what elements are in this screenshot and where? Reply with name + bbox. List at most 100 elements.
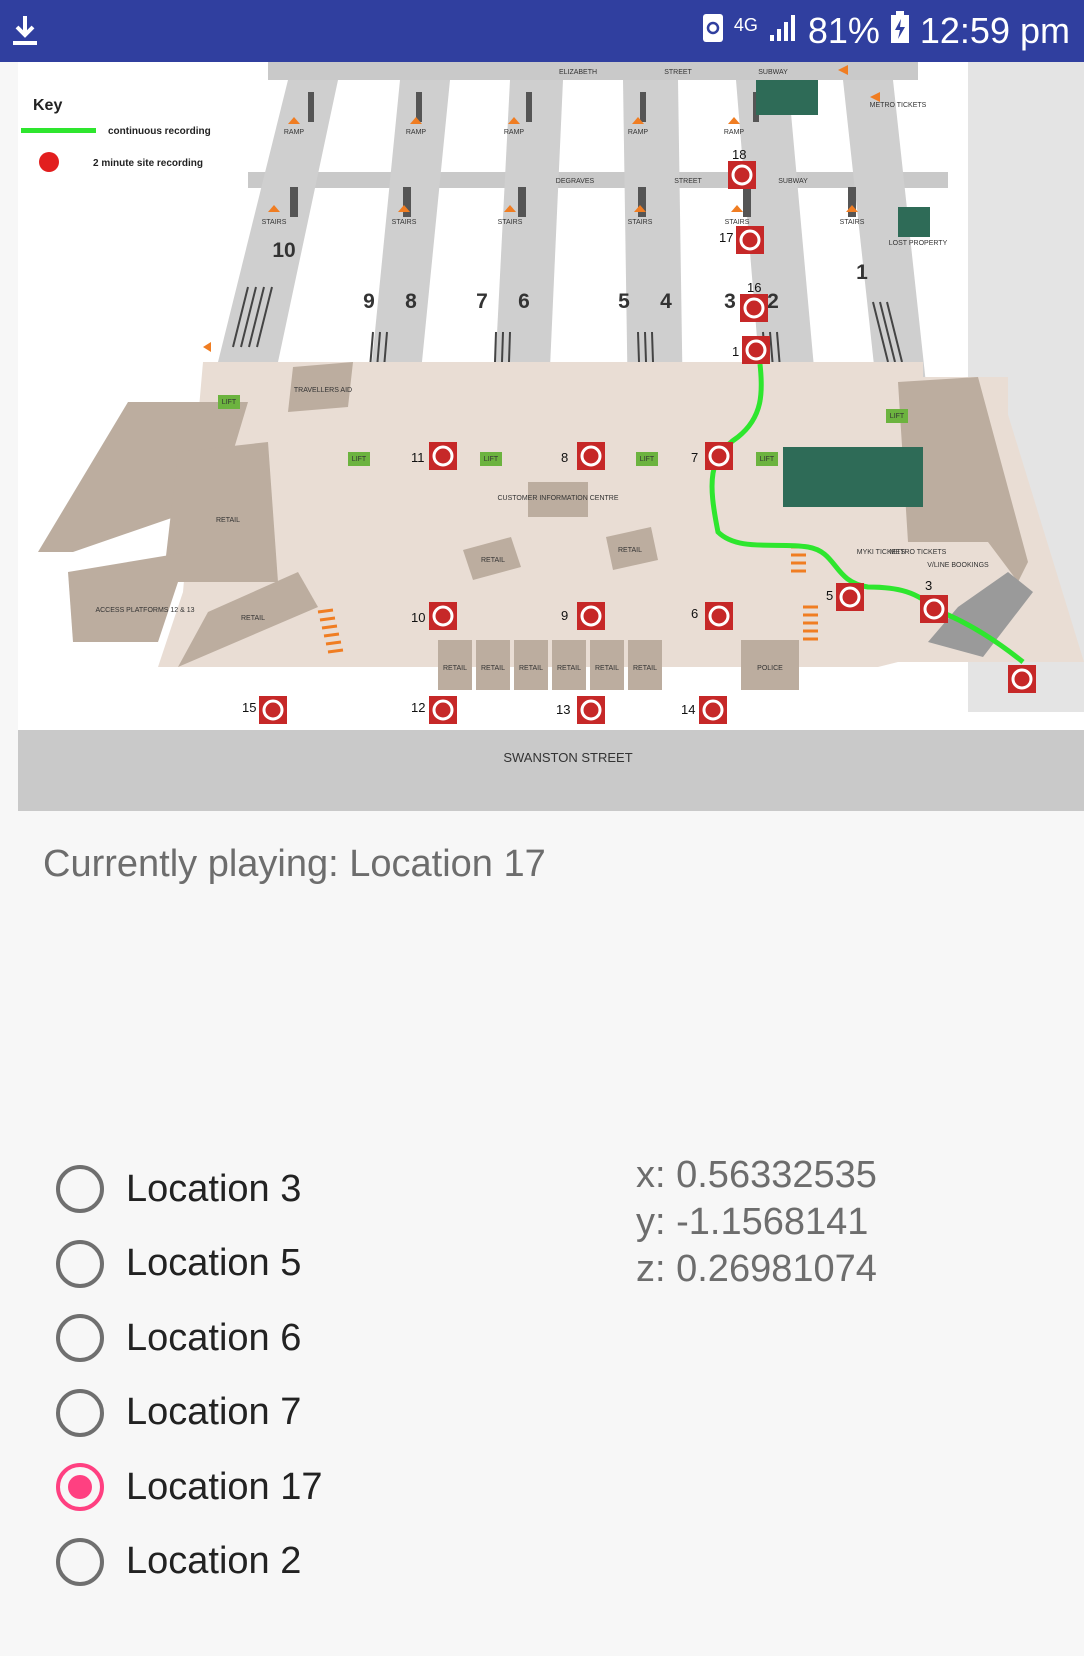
radio-location-7[interactable]: Location 7	[56, 1376, 323, 1451]
recording-marker[interactable]	[1008, 665, 1036, 693]
svg-text:6: 6	[691, 606, 698, 621]
radio-label: Location 3	[126, 1167, 302, 1210]
platform-number: 7	[476, 290, 488, 313]
radio-button[interactable]	[56, 1314, 104, 1363]
svg-text:8: 8	[561, 450, 568, 465]
map-key-site: 2 minute site recording	[93, 158, 203, 169]
map-ramp-label: RAMP	[406, 129, 427, 136]
map-stairs-label: STAIRS	[840, 219, 865, 226]
accel-z: z: 0.26981074	[636, 1248, 877, 1290]
radio-location-5[interactable]: Location 5	[56, 1227, 323, 1302]
radio-label: Location 5	[126, 1242, 302, 1285]
svg-text:13: 13	[556, 702, 570, 717]
map-street-label: SUBWAY	[758, 69, 788, 76]
svg-text:7: 7	[691, 450, 698, 465]
map-label: POLICE	[757, 665, 783, 672]
map-label: RETAIL	[595, 665, 619, 672]
svg-text:15: 15	[242, 700, 256, 715]
map-street-label: STREET	[664, 69, 692, 76]
recycle-icon	[702, 10, 724, 53]
map-stairs-label: STAIRS	[725, 219, 750, 226]
radio-location-2[interactable]: Location 2	[56, 1525, 323, 1600]
radio-button[interactable]	[56, 1388, 104, 1437]
map-label: RETAIL	[618, 547, 642, 554]
svg-text:10: 10	[411, 610, 425, 625]
map-stairs-label: STAIRS	[498, 219, 523, 226]
map-label: RETAIL	[481, 557, 505, 564]
svg-text:5: 5	[826, 588, 833, 603]
svg-text:14: 14	[681, 702, 695, 717]
map-label: V/LINE BOOKINGS	[927, 562, 989, 569]
accel-x: x: 0.56332535	[636, 1154, 877, 1196]
svg-text:9: 9	[561, 608, 568, 623]
platform-number: 8	[405, 290, 417, 313]
map-label: RETAIL	[557, 665, 581, 672]
map-lift-label: LIFT	[640, 456, 655, 463]
accelerometer-readout: x: 0.56332535 y: -1.1568141 z: 0.2698107…	[636, 1152, 877, 1293]
map-ramp-label: RAMP	[284, 129, 305, 136]
platform-number: 4	[660, 290, 672, 313]
platform-number: 5	[618, 290, 630, 313]
map-label: RETAIL	[519, 665, 543, 672]
map-lift-label: LIFT	[760, 456, 775, 463]
platform-number: 10	[272, 239, 295, 262]
svg-text:12: 12	[411, 700, 425, 715]
map-ramp-label: RAMP	[504, 129, 525, 136]
radio-location-17[interactable]: Location 17	[56, 1450, 323, 1525]
platform-number: 2	[767, 290, 779, 313]
location-radio-group: Location 3 Location 5 Location 6 Locatio…	[56, 1152, 323, 1599]
map-stairs-label: STAIRS	[262, 219, 287, 226]
map-key-continuous: continuous recording	[108, 126, 211, 137]
map-stairs-label: STAIRS	[628, 219, 653, 226]
map-lift-label: LIFT	[484, 456, 499, 463]
map-label: METRO TICKETS	[890, 549, 947, 556]
platform-number: 6	[518, 290, 530, 313]
platform-number: 3	[724, 290, 736, 313]
battery-charging-icon	[890, 10, 910, 53]
map-label: RETAIL	[481, 665, 505, 672]
map-label: TRAVELLERS AID	[294, 387, 352, 394]
map-label: RETAIL	[216, 517, 240, 524]
svg-text:16: 16	[747, 280, 761, 295]
map-label: METRO TICKETS	[870, 102, 927, 109]
map-ramp-label: RAMP	[724, 129, 745, 136]
map-ramp-label: RAMP	[628, 129, 649, 136]
radio-label: Location 6	[126, 1316, 302, 1359]
now-playing-text: Currently playing: Location 17	[43, 843, 546, 885]
radio-label: Location 7	[126, 1391, 302, 1434]
map-lift-label: LIFT	[222, 399, 237, 406]
status-bar: 4G 81% 12:59 pm	[0, 0, 1084, 62]
svg-text:1: 1	[732, 344, 739, 359]
map-key-title: Key	[33, 97, 62, 114]
radio-button[interactable]	[56, 1537, 104, 1586]
map-street-swanston: SWANSTON STREET	[503, 750, 632, 765]
radio-button[interactable]	[56, 1239, 104, 1288]
radio-button[interactable]	[56, 1165, 104, 1214]
map-street-label: SUBWAY	[778, 178, 808, 185]
svg-text:3: 3	[925, 578, 932, 593]
radio-label: Location 17	[126, 1465, 323, 1508]
clock: 12:59 pm	[919, 10, 1070, 51]
battery-level: 81%	[807, 10, 880, 51]
svg-text:17: 17	[719, 230, 733, 245]
map-label: RETAIL	[633, 665, 657, 672]
map-lift-label: LIFT	[890, 413, 905, 420]
radio-button-checked[interactable]	[56, 1463, 104, 1512]
platform-number: 9	[363, 290, 375, 313]
map-lift-label: LIFT	[352, 456, 367, 463]
map-label: ACCESS PLATFORMS 12 & 13	[95, 607, 194, 614]
platform-number: 1	[856, 261, 868, 284]
signal-icon	[768, 10, 798, 52]
radio-location-3[interactable]: Location 3	[56, 1152, 323, 1227]
svg-text:18: 18	[732, 147, 746, 162]
radio-location-6[interactable]: Location 6	[56, 1301, 323, 1376]
map-street-label: ELIZABETH	[559, 69, 597, 76]
download-icon	[12, 14, 38, 53]
radio-label: Location 2	[126, 1540, 302, 1583]
station-map: Key continuous recording 2 minute site r…	[18, 62, 1084, 811]
map-street-label: DEGRAVES	[556, 178, 595, 185]
network-type: 4G	[733, 15, 758, 35]
map-stairs-label: STAIRS	[392, 219, 417, 226]
map-street-label: STREET	[674, 178, 702, 185]
svg-text:11: 11	[411, 450, 425, 465]
